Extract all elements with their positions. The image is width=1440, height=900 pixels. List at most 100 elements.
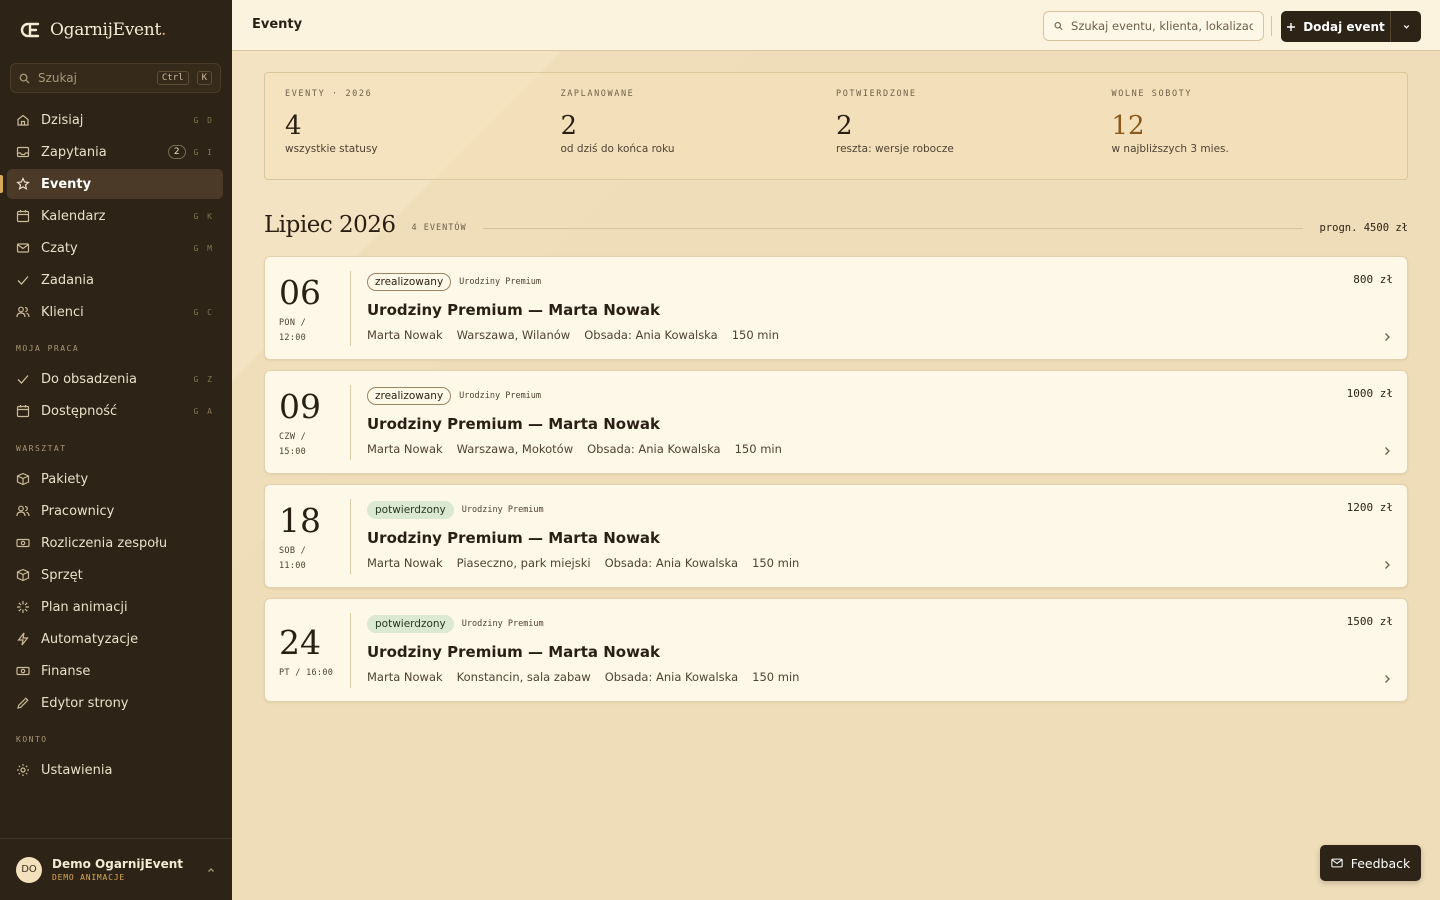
event-card[interactable]: 09 CZW /15:00 zrealizowany Urodziny Prem… bbox=[264, 370, 1408, 474]
feedback-button[interactable]: Feedback bbox=[1320, 845, 1421, 881]
box-icon bbox=[16, 472, 30, 486]
box-icon bbox=[16, 568, 30, 582]
check-icon bbox=[17, 276, 29, 285]
status-badge: potwierdzony bbox=[367, 500, 454, 519]
month-divider bbox=[482, 227, 1304, 229]
sidebar-item-dzisiaj[interactable]: Dzisiaj G D bbox=[7, 105, 223, 135]
mail-icon bbox=[1331, 858, 1343, 868]
month-forecast: progn. 4500 zł bbox=[1319, 222, 1408, 234]
chevron-up-icon bbox=[208, 867, 214, 872]
add-event-button[interactable]: Dodaj event bbox=[1281, 11, 1391, 42]
sidebar-item-zapytania[interactable]: Zapytania 2 G I bbox=[7, 137, 223, 167]
add-event-dropdown-button[interactable] bbox=[1391, 11, 1421, 42]
sidebar-item-rozliczenia[interactable]: Rozliczenia zespołu bbox=[7, 528, 223, 558]
stats-panel: EVENTY · 2026 4 wszystkie statusy ZAPLAN… bbox=[264, 72, 1408, 180]
package-label: Urodziny Premium bbox=[459, 276, 542, 287]
event-title: Urodziny Premium — Marta Nowak bbox=[367, 643, 661, 661]
brand-logo[interactable]: OgarnijEvent. bbox=[16, 18, 166, 42]
month-title: Lipiec 2026 bbox=[264, 212, 396, 238]
star-icon bbox=[16, 177, 30, 191]
package-label: Urodziny Premium bbox=[461, 504, 544, 515]
event-card[interactable]: 06 PON /12:00 zrealizowany Urodziny Prem… bbox=[264, 256, 1408, 360]
sidebar-nav-work: Do obsadzenia G Z Dostępność G A bbox=[0, 364, 232, 428]
sidebar-nav-workshop: Pakiety Pracownicy Rozliczenia zespołu S… bbox=[0, 464, 232, 720]
status-badge: potwierdzony bbox=[367, 614, 454, 633]
search-icon bbox=[1054, 22, 1063, 31]
chevron-down-icon bbox=[1403, 25, 1409, 29]
count-badge: 2 bbox=[167, 145, 186, 159]
event-title: Urodziny Premium — Marta Nowak bbox=[367, 301, 661, 319]
sidebar-nav-main: Dzisiaj G D Zapytania 2 G I Eventy Kalen… bbox=[0, 105, 232, 329]
sidebar-item-czaty[interactable]: Czaty G M bbox=[7, 233, 223, 263]
status-badge: zrealizowany bbox=[367, 272, 452, 291]
stat-planned: ZAPLANOWANE 2 od dziś do końca roku bbox=[560, 89, 675, 155]
sidebar-item-zadania[interactable]: Zadania bbox=[7, 265, 223, 295]
calendar-icon bbox=[16, 210, 30, 223]
page-title: Eventy bbox=[252, 17, 303, 32]
sidebar-item-eventy[interactable]: Eventy bbox=[0, 169, 223, 199]
sidebar-nav-account: Ustawienia bbox=[0, 755, 232, 787]
user-name: Demo OgarnijEvent bbox=[52, 857, 184, 871]
event-title: Urodziny Premium — Marta Nowak bbox=[367, 415, 661, 433]
event-search-input[interactable]: Szukaj eventu, klienta, lokalizacji... bbox=[1043, 11, 1264, 41]
event-location: Warszawa, Mokotów bbox=[456, 442, 574, 456]
event-price: 800 zł bbox=[1353, 273, 1393, 286]
toolbar-divider bbox=[1271, 16, 1272, 36]
sidebar-item-automatyzacje[interactable]: Automatyzacje bbox=[7, 624, 223, 654]
sparkle-icon bbox=[17, 601, 29, 613]
event-client: Marta Nowak bbox=[367, 328, 443, 342]
event-location: Warszawa, Wilanów bbox=[456, 328, 571, 342]
sidebar-search[interactable]: Szukaj Ctrl K bbox=[10, 63, 221, 93]
event-duration: 150 min bbox=[752, 556, 800, 570]
mail-icon bbox=[16, 243, 30, 253]
logo-icon bbox=[20, 22, 40, 38]
chevron-right-icon bbox=[1385, 561, 1390, 569]
event-staff: Obsada: Ania Kowalska bbox=[604, 670, 739, 684]
shortcut-k: K bbox=[196, 71, 212, 85]
event-price: 1200 zł bbox=[1346, 501, 1393, 514]
event-duration: 150 min bbox=[731, 328, 779, 342]
users-icon bbox=[16, 505, 30, 517]
section-label-work: MOJA PRACA bbox=[16, 344, 80, 353]
sidebar-item-pracownicy[interactable]: Pracownicy bbox=[7, 496, 223, 526]
sidebar-item-do-obsadzenia[interactable]: Do obsadzenia G Z bbox=[7, 364, 223, 394]
sidebar-item-sprzet[interactable]: Sprzęt bbox=[7, 560, 223, 590]
user-role: DEMO ANIMACJE bbox=[52, 873, 126, 882]
event-duration: 150 min bbox=[752, 670, 800, 684]
shortcut-ctrl: Ctrl bbox=[156, 71, 189, 85]
chevron-right-icon bbox=[1385, 333, 1390, 341]
stat-free-saturdays: WOLNE SOBOTY 12 w najbliższych 3 mies. bbox=[1111, 89, 1229, 155]
sidebar-item-dostepnosc[interactable]: Dostępność G A bbox=[7, 396, 223, 426]
event-search-placeholder: Szukaj eventu, klienta, lokalizacji... bbox=[1071, 19, 1253, 33]
plus-icon bbox=[1287, 22, 1296, 31]
stat-confirmed: POTWIERDZONE 2 reszta: wersje robocze bbox=[836, 89, 954, 155]
event-staff: Obsada: Ania Kowalska bbox=[604, 556, 739, 570]
sidebar-item-kalendarz[interactable]: Kalendarz G K bbox=[7, 201, 223, 231]
event-duration: 150 min bbox=[734, 442, 782, 456]
sidebar-item-ustawienia[interactable]: Ustawienia bbox=[7, 755, 223, 785]
sidebar-item-pakiety[interactable]: Pakiety bbox=[7, 464, 223, 494]
event-location: Konstancin, sala zabaw bbox=[456, 670, 591, 684]
sidebar-item-klienci[interactable]: Klienci G C bbox=[7, 297, 223, 327]
inbox-icon bbox=[16, 146, 30, 158]
event-title: Urodziny Premium — Marta Nowak bbox=[367, 529, 661, 547]
event-date: 09 CZW /15:00 bbox=[279, 387, 321, 458]
month-header: Lipiec 2026 4 EVENTÓW progn. 4500 zł bbox=[264, 208, 1408, 242]
event-card[interactable]: 18 SOB /11:00 potwierdzony Urodziny Prem… bbox=[264, 484, 1408, 588]
event-price: 1000 zł bbox=[1346, 387, 1393, 400]
stat-events-year: EVENTY · 2026 4 wszystkie statusy bbox=[285, 89, 378, 155]
banknote-icon bbox=[16, 666, 30, 676]
section-label-workshop: WARSZTAT bbox=[16, 444, 67, 453]
user-menu[interactable]: DO Demo OgarnijEvent DEMO ANIMACJE bbox=[0, 838, 232, 900]
gear-icon bbox=[17, 764, 29, 776]
sidebar-item-finanse[interactable]: Finanse bbox=[7, 656, 223, 686]
avatar: DO bbox=[16, 856, 42, 883]
sidebar-item-edytor-strony[interactable]: Edytor strony bbox=[7, 688, 223, 718]
sidebar-item-plan-animacji[interactable]: Plan animacji bbox=[7, 592, 223, 622]
users-icon bbox=[16, 306, 30, 318]
event-date: 18 SOB /11:00 bbox=[279, 501, 321, 572]
event-card[interactable]: 24 PT / 16:00 potwierdzony Urodziny Prem… bbox=[264, 598, 1408, 702]
event-date: 24 PT / 16:00 bbox=[279, 623, 334, 679]
add-event-button-group: Dodaj event bbox=[1281, 11, 1421, 42]
event-location: Piaseczno, park miejski bbox=[456, 556, 591, 570]
